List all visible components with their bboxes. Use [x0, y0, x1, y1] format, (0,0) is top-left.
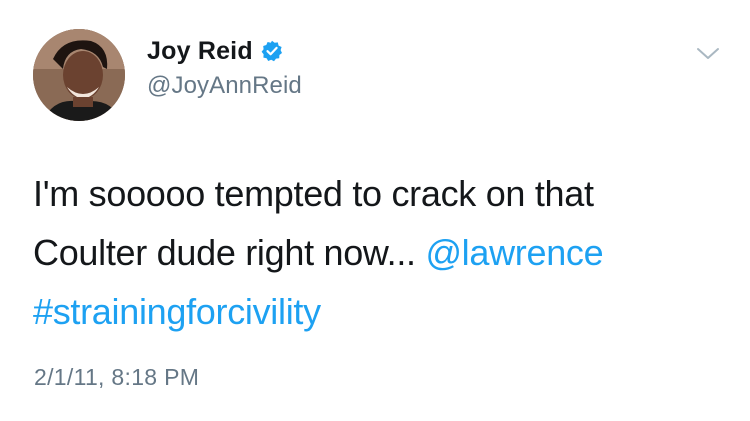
timestamp[interactable]: 2/1/11, 8:18 PM: [34, 364, 199, 391]
avatar-photo: [33, 29, 125, 121]
tweet-text: I'm sooooo tempted to crack on that Coul…: [33, 164, 713, 341]
handle[interactable]: @JoyAnnReid: [147, 72, 302, 100]
name-row: Joy Reid: [147, 36, 302, 66]
tweet-card: Joy Reid @JoyAnnReid I'm sooooo tempted …: [0, 0, 750, 421]
chevron-down-icon[interactable]: [695, 45, 721, 63]
display-name[interactable]: Joy Reid: [147, 37, 253, 66]
mention-link[interactable]: @lawrence: [425, 232, 603, 273]
avatar[interactable]: [33, 29, 125, 121]
author-block[interactable]: Joy Reid @JoyAnnReid: [147, 36, 302, 100]
verified-badge-icon: [261, 40, 283, 62]
hashtag-link[interactable]: #strainingforcivility: [33, 291, 321, 332]
